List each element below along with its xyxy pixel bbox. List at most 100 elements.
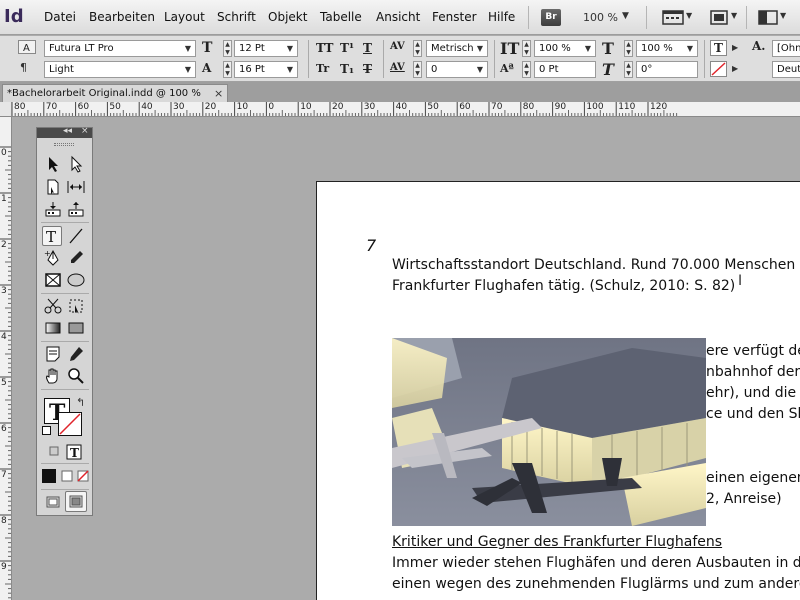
horizontal-scale-field[interactable]: 100 % ▼	[636, 40, 698, 57]
view-options-dropdown-icon[interactable]: ▼	[686, 11, 692, 20]
tracking-field[interactable]: 0 ▼	[426, 61, 488, 78]
default-colors-icon[interactable]	[42, 426, 51, 435]
small-caps-icon[interactable]: Tr	[316, 62, 329, 75]
arrange-documents-icon[interactable]	[758, 9, 778, 26]
vertical-scale-field[interactable]: 100 % ▼	[534, 40, 596, 57]
paragraph-line[interactable]: ehr), und die A	[706, 385, 800, 401]
ellipse-tool[interactable]	[66, 270, 86, 290]
gradient-feather-tool[interactable]	[66, 318, 86, 338]
rectangle-frame-tool[interactable]	[43, 270, 63, 290]
normal-view-button[interactable]	[43, 492, 63, 512]
leading-stepper[interactable]: ▲ ▼	[223, 61, 232, 78]
content-collector-tool[interactable]	[43, 199, 63, 219]
font-family-select[interactable]: Futura LT Pro ▼	[44, 40, 196, 57]
type-tool[interactable]: T	[42, 226, 62, 246]
menu-objekt[interactable]: Objekt	[268, 10, 307, 24]
stroke-text-swatch[interactable]	[710, 61, 727, 77]
all-caps-icon[interactable]: TT	[316, 41, 333, 55]
view-options-icon[interactable]	[662, 9, 684, 26]
page-tool[interactable]	[43, 177, 63, 197]
kerning-select[interactable]: Metrisch ▼	[426, 40, 488, 57]
horizontal-scale-stepper[interactable]: ▲ ▼	[624, 40, 633, 57]
paragraph-line[interactable]: ce und den Sky	[706, 406, 800, 422]
section-heading[interactable]: Kritiker und Gegner des Frankfurter Flug…	[392, 534, 722, 550]
airport-photo[interactable]	[392, 338, 706, 526]
leading-field[interactable]: 16 Pt ▼	[234, 61, 298, 78]
apply-gradient-button[interactable]	[59, 468, 75, 484]
tools-panel-header[interactable]: ◂◂ ×	[37, 126, 92, 138]
paragraph-formatting-icon[interactable]: ¶	[20, 61, 27, 74]
zoom-tool[interactable]	[66, 366, 86, 386]
hand-tool[interactable]	[43, 366, 63, 386]
menu-ansicht[interactable]: Ansicht	[376, 10, 420, 24]
document-tab[interactable]: *Bachelorarbeit Original.indd @ 100 % ×	[2, 84, 228, 102]
chevron-right-icon[interactable]: ▶	[732, 64, 738, 73]
skew-field[interactable]: 0°	[636, 61, 698, 78]
font-size-field[interactable]: 12 Pt ▼	[234, 40, 298, 57]
superscript-icon[interactable]: T¹	[340, 41, 354, 55]
paragraph-line[interactable]: nbahnhof der	[706, 364, 800, 380]
menu-hilfe[interactable]: Hilfe	[488, 10, 515, 24]
panel-grip[interactable]	[54, 143, 74, 146]
kerning-stepper[interactable]: ▲ ▼	[413, 40, 422, 57]
stroke-swatch[interactable]	[58, 412, 82, 436]
font-size-stepper[interactable]: ▲ ▼	[223, 40, 232, 57]
menu-fenster[interactable]: Fenster	[432, 10, 477, 24]
bridge-button[interactable]: Br	[541, 9, 561, 26]
menu-datei[interactable]: Datei	[44, 10, 76, 24]
gradient-swatch-tool[interactable]	[43, 318, 63, 338]
paragraph-line[interactable]: Wirtschaftsstandort Deutschland. Rund 70…	[392, 257, 800, 273]
zoom-level[interactable]: 100 %	[583, 11, 618, 24]
chevron-right-icon[interactable]: ▶	[732, 43, 738, 52]
font-style-select[interactable]: Light ▼	[44, 61, 196, 78]
character-formatting-button[interactable]: A	[18, 40, 36, 54]
skew-stepper[interactable]: ▲ ▼	[624, 61, 633, 78]
vertical-ruler[interactable]: 012345678910	[0, 117, 12, 600]
character-style-select[interactable]: [Ohne]	[772, 40, 800, 57]
paragraph-line[interactable]: ere verfügt der	[706, 343, 800, 359]
line-tool[interactable]	[66, 226, 86, 246]
subscript-icon[interactable]: T₁	[340, 62, 354, 76]
free-transform-tool[interactable]	[66, 296, 86, 316]
vertical-scale-stepper[interactable]: ▲ ▼	[522, 40, 531, 57]
paragraph-line[interactable]: einen wegen des zunehmenden Fluglärms un…	[392, 576, 800, 592]
strikethrough-icon[interactable]: T	[363, 62, 372, 76]
collapse-panel-icon[interactable]: ◂◂	[63, 126, 72, 136]
fill-stroke-swatches[interactable]: T ↰	[42, 396, 88, 438]
fill-text-swatch[interactable]: T	[710, 40, 727, 56]
menu-layout[interactable]: Layout	[164, 10, 205, 24]
paragraph-line[interactable]: 2, Anreise)	[706, 491, 800, 507]
formatting-text-button[interactable]: T	[66, 444, 82, 460]
language-select[interactable]: Deuts	[772, 61, 800, 78]
selection-tool[interactable]	[43, 154, 63, 174]
screen-mode-dropdown-icon[interactable]: ▼	[731, 11, 737, 20]
baseline-shift-field[interactable]: 0 Pt	[534, 61, 596, 78]
horizontal-ruler[interactable]: 80 70 60 50 40 30 20 10 0 10 20 30 40 50 60 70 80 90 100 11…	[12, 102, 800, 117]
menu-schrift[interactable]: Schrift	[217, 10, 256, 24]
content-placer-tool[interactable]	[66, 199, 86, 219]
formatting-container-button[interactable]	[47, 444, 61, 458]
apply-color-button[interactable]	[41, 468, 57, 484]
apply-none-button[interactable]	[75, 468, 91, 484]
ruler-origin[interactable]	[0, 102, 12, 117]
arrange-documents-dropdown-icon[interactable]: ▼	[780, 11, 786, 20]
close-icon[interactable]: ×	[214, 87, 223, 100]
preview-view-button[interactable]	[65, 491, 87, 512]
pen-tool[interactable]: +	[43, 248, 63, 268]
paragraph-line[interactable]: einen eigenen	[706, 470, 800, 486]
baseline-shift-stepper[interactable]: ▲ ▼	[522, 61, 531, 78]
scissors-tool[interactable]	[43, 296, 63, 316]
gap-tool[interactable]	[66, 177, 86, 197]
paragraph-line[interactable]: Immer wieder stehen Flughäfen und deren …	[392, 555, 800, 571]
pencil-tool[interactable]	[66, 248, 86, 268]
tracking-stepper[interactable]: ▲ ▼	[413, 61, 422, 78]
menu-tabelle[interactable]: Tabelle	[320, 10, 362, 24]
swap-fill-stroke-icon[interactable]: ↰	[76, 396, 85, 409]
eyedropper-tool[interactable]	[66, 344, 86, 364]
note-tool[interactable]	[43, 344, 63, 364]
close-icon[interactable]: ×	[81, 126, 89, 136]
underline-icon[interactable]: T	[363, 41, 372, 55]
screen-mode-icon[interactable]	[709, 9, 729, 26]
zoom-dropdown-icon[interactable]: ▼	[622, 11, 629, 21]
menu-bearbeiten[interactable]: Bearbeiten	[89, 10, 155, 24]
